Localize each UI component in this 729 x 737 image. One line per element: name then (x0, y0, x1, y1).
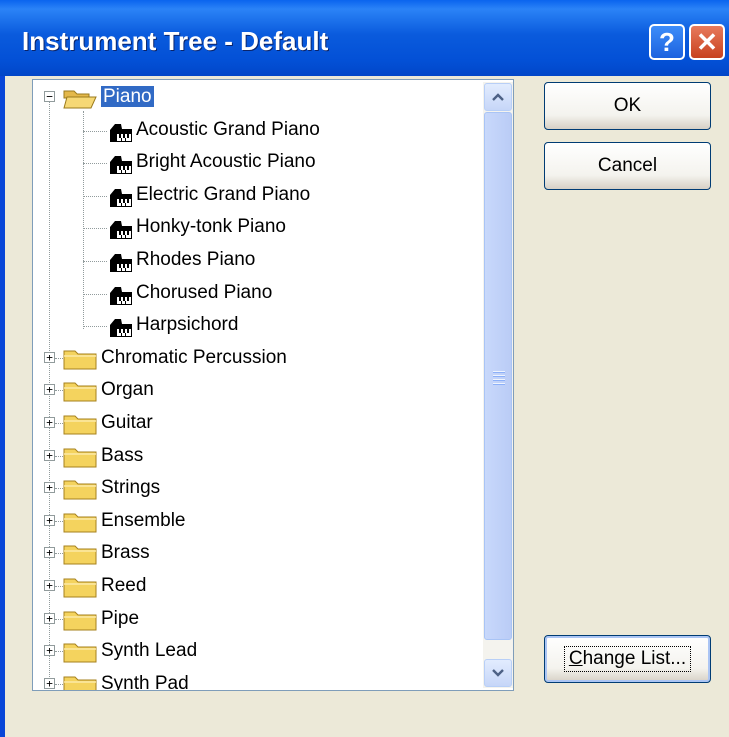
tree-item-label: Synth Pad (101, 672, 189, 691)
close-button[interactable]: ✕ (689, 24, 725, 60)
vertical-scrollbar[interactable] (483, 82, 513, 688)
piano-icon (110, 319, 132, 338)
expand-icon[interactable]: + (44, 645, 55, 657)
tree-item-label: Chromatic Percussion (101, 346, 287, 368)
ok-button[interactable]: OK (544, 82, 711, 130)
tree-item-instrument[interactable]: Harpsichord (33, 310, 473, 342)
tree-item-instrument[interactable]: Acoustic Grand Piano (33, 115, 473, 147)
tree-item-label: Piano (101, 86, 154, 107)
piano-icon (110, 188, 132, 207)
tree-item-group[interactable]: + Ensemble (33, 506, 473, 538)
instrument-tree[interactable]: − Piano Acoustic Grand Piano Bright Acous… (32, 79, 514, 691)
chevron-up-icon (492, 93, 504, 101)
tree-item-group[interactable]: + Reed (33, 571, 473, 603)
grip-line (493, 371, 505, 372)
tree-item-label: Electric Grand Piano (136, 183, 311, 205)
folder-icon (63, 578, 97, 598)
expand-icon[interactable]: + (44, 514, 55, 526)
tree-item-label: Brass (101, 542, 150, 564)
cancel-button[interactable]: Cancel (544, 142, 711, 190)
expand-icon[interactable]: + (44, 677, 55, 689)
change-list-button-label: Change List... (563, 646, 692, 672)
help-icon: ? (659, 27, 675, 57)
grip-line (493, 383, 505, 384)
title-bar[interactable]: Instrument Tree - Default ? ✕ (0, 0, 729, 76)
expand-icon[interactable]: + (44, 580, 55, 591)
tree-item-group[interactable]: + Synth Lead (33, 636, 473, 668)
close-icon: ✕ (696, 27, 718, 57)
folder-icon (63, 513, 97, 533)
dialog-window: Instrument Tree - Default ? ✕ − Piano Ac… (0, 0, 729, 737)
expand-icon[interactable]: + (44, 547, 55, 559)
scroll-up-button[interactable] (484, 83, 512, 111)
tree-item-group[interactable]: + Guitar (33, 408, 473, 440)
tree-item-label: Honky-tonk Piano (136, 216, 286, 238)
expand-icon[interactable]: + (44, 384, 55, 396)
folder-icon (63, 676, 97, 690)
expand-icon[interactable]: + (44, 482, 55, 494)
tree-item-label: Guitar (101, 412, 153, 433)
folder-icon (63, 611, 97, 631)
tree-item-instrument[interactable]: Rhodes Piano (33, 245, 473, 277)
scroll-thumb[interactable] (484, 112, 512, 640)
tree-item-label: Pipe (101, 607, 140, 629)
tree-item-group[interactable]: + Chromatic Percussion (33, 343, 473, 375)
tree-item-label: Harpsichord (136, 314, 239, 336)
tree-item-label: Synth Lead (101, 640, 198, 662)
folder-icon (63, 415, 97, 435)
tree-item-label: Reed (101, 575, 147, 596)
expand-icon[interactable]: + (44, 351, 55, 363)
folder-icon (63, 480, 97, 500)
tree-item-label: Rhodes Piano (136, 249, 256, 270)
collapse-icon[interactable]: − (44, 91, 55, 102)
tree-item-instrument[interactable]: Electric Grand Piano (33, 180, 473, 212)
grip-line (493, 375, 505, 376)
tree-item-group[interactable]: + Pipe (33, 604, 473, 636)
window-frame (0, 76, 5, 737)
tree-item-group[interactable]: + Organ (33, 375, 473, 407)
piano-icon (110, 286, 132, 305)
tree-item-label: Chorused Piano (136, 281, 273, 303)
piano-icon (110, 254, 132, 272)
tree-item-label: Strings (101, 477, 161, 499)
expand-icon[interactable]: + (44, 612, 55, 624)
piano-icon (110, 221, 132, 240)
tree-item-group[interactable]: + Bass (33, 441, 473, 473)
change-list-button[interactable]: Change List... (544, 635, 711, 683)
open-folder-icon (63, 90, 97, 109)
piano-icon (110, 123, 132, 142)
tree-item-group[interactable]: + Brass (33, 538, 473, 570)
folder-icon (63, 382, 97, 402)
folder-icon (63, 350, 97, 370)
tree-item-piano[interactable]: − Piano (33, 82, 473, 114)
cancel-button-label: Cancel (597, 155, 658, 176)
tree-item-label: Organ (101, 379, 154, 401)
tree-item-label: Bright Acoustic Piano (136, 151, 316, 173)
help-button[interactable]: ? (649, 24, 685, 60)
tree-item-instrument[interactable]: Bright Acoustic Piano (33, 147, 473, 179)
tree-item-label: Bass (101, 444, 144, 466)
grip-line (493, 379, 505, 380)
folder-icon (63, 448, 97, 468)
tree-item-group[interactable]: + Strings (33, 473, 473, 505)
scroll-down-button[interactable] (484, 659, 512, 687)
folder-icon (63, 545, 97, 565)
expand-icon[interactable]: + (44, 449, 55, 461)
chevron-down-icon (492, 669, 504, 677)
folder-icon (63, 643, 97, 663)
ok-button-label: OK (613, 95, 642, 116)
tree-item-group[interactable]: + Synth Pad (33, 669, 473, 691)
tree-item-instrument[interactable]: Honky-tonk Piano (33, 212, 473, 244)
window-title: Instrument Tree - Default (22, 26, 329, 56)
tree-item-label: Acoustic Grand Piano (136, 118, 320, 140)
expand-icon[interactable]: + (44, 417, 55, 428)
tree-item-instrument[interactable]: Chorused Piano (33, 278, 473, 310)
piano-icon (110, 156, 132, 175)
tree-item-label: Ensemble (101, 509, 186, 531)
